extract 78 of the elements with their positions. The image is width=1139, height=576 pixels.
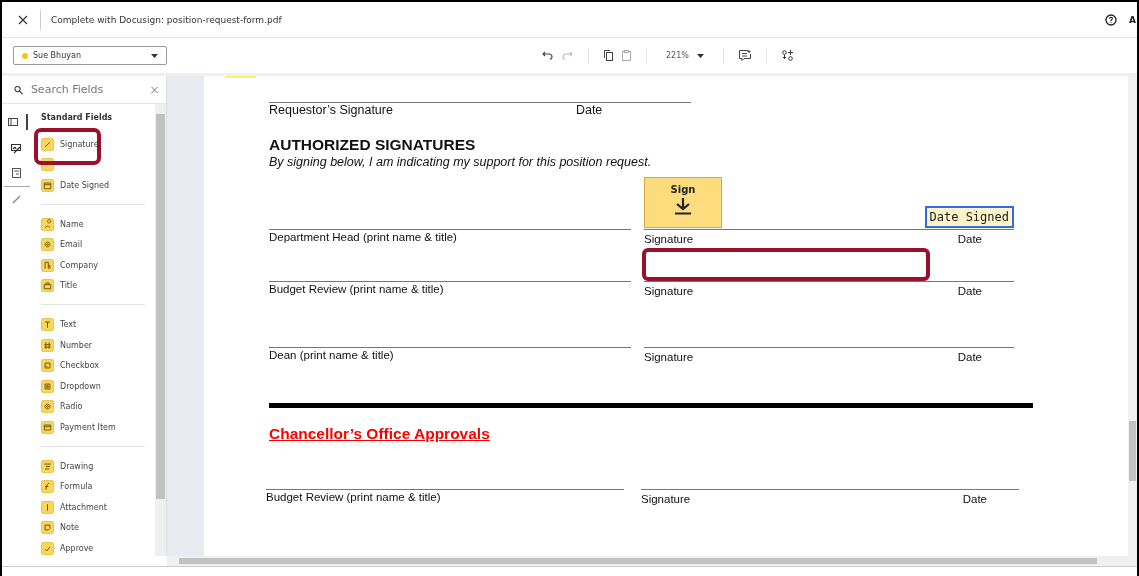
- date-label: Date: [957, 351, 982, 363]
- field-type-item[interactable]: Date Signed: [60, 181, 110, 190]
- recipient-dropdown[interactable]: Sue Bhuyan: [13, 46, 167, 65]
- field-type-item[interactable]: Signature: [60, 139, 99, 149]
- name-title-label: Budget Review (print name & title): [269, 283, 444, 295]
- field-type-item[interactable]: Text: [60, 319, 77, 329]
- field-type-icon[interactable]: [41, 317, 54, 331]
- field-type-icon[interactable]: [41, 459, 54, 473]
- signature-label: Signature: [644, 351, 694, 363]
- field-type-item[interactable]: Drawing: [60, 461, 94, 471]
- field-type-icon[interactable]: [41, 359, 54, 373]
- date-label: Date: [962, 493, 987, 505]
- close-icon[interactable]: [18, 14, 28, 25]
- signature-label: Signature: [641, 493, 691, 505]
- date-signed-field[interactable]: Date Signed: [924, 206, 1014, 228]
- undo-icon[interactable]: [542, 51, 553, 60]
- field-type-icon[interactable]: [41, 400, 54, 414]
- download-arrow-icon: [674, 197, 692, 215]
- field-type-item[interactable]: Company: [60, 260, 99, 270]
- date-label: Date: [957, 285, 982, 297]
- field-type-item[interactable]: Note: [60, 523, 79, 533]
- scrollbar-thumb[interactable]: [1129, 421, 1136, 481]
- field-type-icon[interactable]: [41, 179, 54, 192]
- field-type-item[interactable]: Name: [60, 219, 84, 229]
- instruction-text: By signing below, I am indicating my support for this position request.: [269, 155, 653, 169]
- search-icon: [14, 84, 23, 95]
- date-label: Date: [575, 103, 603, 117]
- field-type-item[interactable]: Dropdown: [60, 381, 101, 391]
- section-heading: Standard Fields: [41, 113, 114, 122]
- signature-label: Requestor’s Signature: [269, 103, 393, 117]
- section-heading: AUTHORIZED SIGNATURES: [269, 136, 477, 154]
- copy-icon[interactable]: [604, 50, 613, 61]
- window-title: Complete with Docusign: position-request-form.pdf: [51, 14, 282, 25]
- field-type-icon[interactable]: [41, 217, 54, 231]
- help-icon[interactable]: [1105, 13, 1117, 26]
- comment-icon[interactable]: [738, 50, 751, 61]
- field-type-icon[interactable]: [41, 480, 54, 494]
- scrollbar-thumb[interactable]: [156, 114, 165, 499]
- highlight-box: [34, 128, 101, 165]
- field-type-item[interactable]: Title: [60, 281, 78, 291]
- field-type-icon[interactable]: [41, 258, 54, 272]
- field-type-icon[interactable]: [41, 137, 54, 151]
- field-type-icon[interactable]: [41, 521, 54, 535]
- zoom-dropdown[interactable]: 221%: [662, 51, 708, 60]
- signature-tool-icon[interactable]: [11, 144, 22, 154]
- date-label: Date: [957, 233, 982, 245]
- field-type-item[interactable]: Radio: [60, 402, 83, 412]
- field-type-item[interactable]: Email: [60, 240, 83, 250]
- field-type-item[interactable]: Payment Item: [60, 422, 116, 432]
- field-type-icon[interactable]: [41, 420, 54, 434]
- section-title: Chancellor’s Office Approvals: [269, 425, 490, 443]
- field-type-icon[interactable]: [41, 238, 54, 252]
- field-type-icon[interactable]: [41, 279, 54, 293]
- field-type-icon[interactable]: [41, 379, 54, 393]
- field-type-item[interactable]: Number: [60, 340, 93, 350]
- field-marker: [225, 76, 256, 78]
- caret-icon: [151, 53, 158, 58]
- field-type-item[interactable]: Approve: [60, 543, 94, 553]
- field-type-icon[interactable]: [41, 338, 54, 352]
- name-title-label: Budget Review (print name & title): [266, 491, 441, 503]
- clear-search-icon[interactable]: [150, 85, 158, 94]
- fields-icon[interactable]: [781, 50, 793, 61]
- field-type-item[interactable]: Formula: [60, 482, 93, 492]
- name-title-label: Department Head (print name & title): [269, 231, 457, 243]
- pencil-icon[interactable]: [12, 195, 21, 204]
- caret-icon: [696, 53, 704, 58]
- signature-label: Signature: [644, 233, 694, 245]
- signature-label: Signature: [644, 285, 694, 297]
- field-type-item[interactable]: Attachment: [60, 502, 107, 512]
- name-title-label: Dean (print name & title): [269, 349, 394, 361]
- field-type-item[interactable]: Checkbox: [60, 361, 100, 371]
- sign-field[interactable]: Sign: [644, 177, 722, 228]
- form-icon[interactable]: [12, 168, 21, 178]
- field-type-icon[interactable]: [41, 500, 54, 514]
- field-type-icon[interactable]: [41, 541, 54, 555]
- scrollbar-thumb[interactable]: [179, 558, 1097, 564]
- panel-icon[interactable]: [7, 118, 18, 126]
- account-initial[interactable]: A: [1129, 14, 1137, 25]
